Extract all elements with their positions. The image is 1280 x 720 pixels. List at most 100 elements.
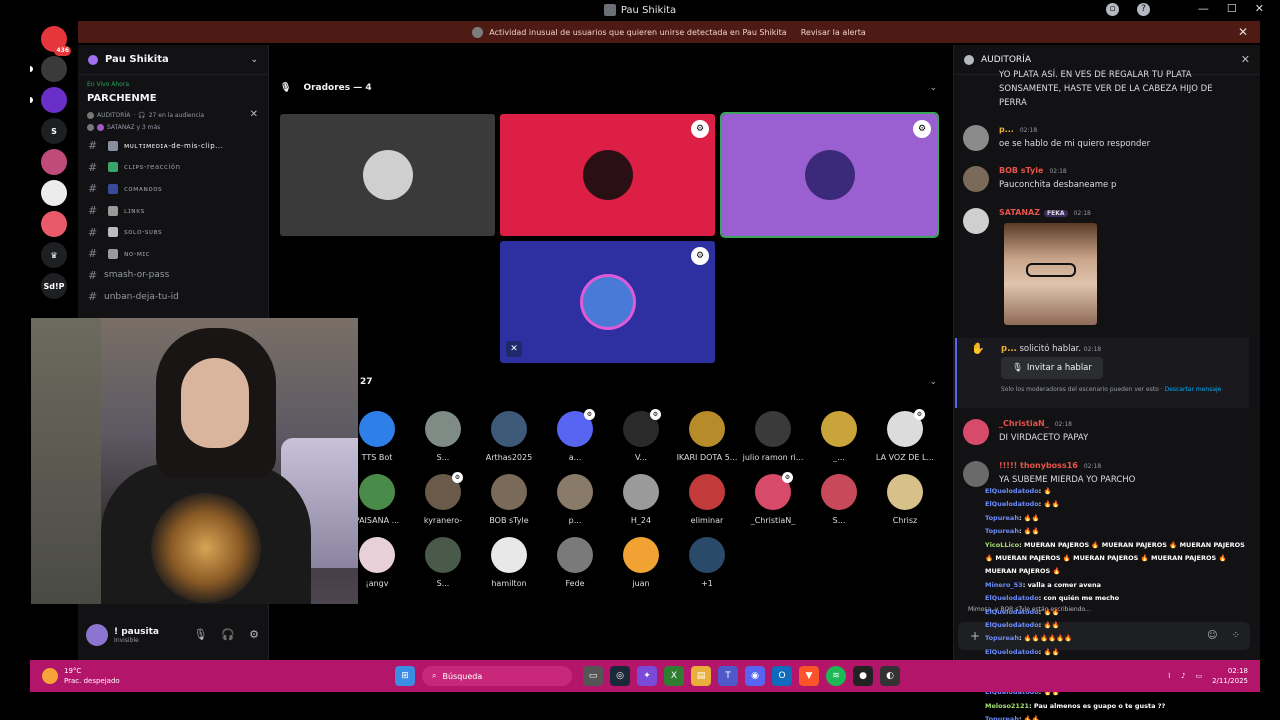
server-icon[interactable] — [41, 211, 67, 237]
audience-member[interactable]: julio ramon ri... — [738, 411, 808, 462]
audience-member[interactable]: S... — [804, 474, 874, 525]
clock[interactable]: 02:18 2/11/2025 — [1212, 666, 1248, 686]
weather-widget[interactable]: 19°C Prac. despejado — [42, 666, 120, 686]
server-icon[interactable] — [41, 149, 67, 175]
server-icon[interactable]: Sd!P — [41, 273, 67, 299]
channel-item[interactable]: # ᴄᴏᴍᴀɴᴅᴏs — [78, 178, 268, 200]
close-icon[interactable]: ✕ — [250, 109, 258, 120]
moderator-icon: ⚙ — [782, 472, 793, 483]
channel-item[interactable]: # ʟɪɴᴋs — [78, 200, 268, 222]
battery-icon[interactable]: ▭ — [1195, 672, 1202, 680]
audience-member[interactable]: IKARI DOTA 5... — [672, 411, 742, 462]
speaker-tile[interactable] — [280, 114, 495, 236]
server-header[interactable]: Pau Shikita ⌄ — [78, 45, 268, 75]
discord-icon[interactable]: ◉ — [745, 666, 765, 686]
excel-icon[interactable]: X — [664, 666, 684, 686]
copilot-icon[interactable]: ✦ — [637, 666, 657, 686]
search-box[interactable]: ⌕ Búsqueda — [422, 666, 572, 686]
message-author[interactable]: SATANAZ FEKA 02:18 — [999, 208, 1091, 217]
audience-name: Fede — [565, 579, 585, 588]
microphone-icon[interactable]: 🎙 — [193, 628, 207, 641]
audience-member[interactable]: ⚙ kyranero- — [408, 472, 478, 525]
message-author[interactable]: p... 02:18 — [999, 125, 1037, 134]
help-icon[interactable]: ? — [1137, 3, 1150, 16]
audience-member[interactable]: ⚙ LA VOZ DE L... — [870, 409, 940, 462]
audience-member[interactable]: S... — [408, 537, 478, 588]
spotify-icon[interactable]: ≋ — [826, 666, 846, 686]
image-attachment[interactable] — [1004, 223, 1097, 325]
brave-icon[interactable]: ▼ — [799, 666, 819, 686]
add-icon[interactable]: + — [970, 629, 980, 643]
minimize-button[interactable]: — — [1198, 2, 1209, 15]
audience-member[interactable]: H_24 — [606, 474, 676, 525]
audience-member[interactable]: ⚙ V... — [606, 409, 676, 462]
audience-member[interactable]: Fede — [540, 537, 610, 588]
audience-member[interactable]: eliminar — [672, 474, 742, 525]
maximize-button[interactable]: ☐ — [1227, 2, 1237, 15]
server-icon[interactable]: ♛ — [41, 242, 67, 268]
close-window-button[interactable]: ✕ — [1255, 2, 1264, 15]
review-alert-link[interactable]: Revisar la alerta — [801, 28, 866, 37]
channel-item[interactable]: # unban-deja-tu-id — [78, 286, 268, 308]
task-view-icon[interactable]: ▭ — [583, 666, 603, 686]
close-icon[interactable]: ✕ — [1238, 25, 1248, 39]
inbox-icon[interactable]: ▫ — [1106, 3, 1119, 16]
channel-item[interactable]: # sᴏʟᴏ-sᴜʙs — [78, 221, 268, 243]
avatar[interactable] — [963, 166, 989, 192]
audience-member[interactable]: Chrisz — [870, 474, 940, 525]
speakers-header[interactable]: 🎙 Oradores — 4 — [280, 83, 372, 93]
chevron-down-icon[interactable]: ⌄ — [929, 83, 937, 93]
speaker-tile[interactable]: ⚙ — [720, 112, 939, 238]
server-rail: 436 S ♛ Sd!P — [30, 22, 78, 322]
message-author[interactable]: BOB sTyle 02:18 — [999, 166, 1067, 175]
live-stage-card[interactable]: En Vivo Ahora PARCHENME AUDITORÍA · 🎧 27… — [78, 75, 268, 135]
microphone-icon: 🎙 — [280, 83, 292, 93]
audience-member[interactable]: Arthas2025 — [474, 411, 544, 462]
server-icon[interactable] — [41, 56, 67, 82]
app-icon[interactable]: ● — [853, 666, 873, 686]
avatar[interactable] — [963, 461, 989, 487]
channel-item[interactable]: # ᴄʟɪᴘs-reacción — [78, 157, 268, 179]
audience-member[interactable]: +1 — [672, 537, 742, 588]
direct-messages-icon[interactable]: 436 — [41, 26, 71, 56]
audience-member[interactable]: hamilton — [474, 537, 544, 588]
outlook-icon[interactable]: O — [772, 666, 792, 686]
dismiss-message-link[interactable]: Descartar mensaje — [1165, 386, 1222, 393]
audience-member[interactable]: ⚙ _ChristiaN_ — [738, 472, 808, 525]
steam-icon[interactable]: ◎ — [610, 666, 630, 686]
volume-icon[interactable]: ♪ — [1181, 672, 1185, 680]
channel-item[interactable]: # smash-or-pass — [78, 265, 268, 287]
audience-member[interactable]: _... — [804, 411, 874, 462]
message-author[interactable]: _ChristiaN_ 02:18 — [999, 419, 1072, 428]
live-label: En Vivo Ahora — [87, 81, 129, 88]
server-icon[interactable] — [41, 87, 67, 113]
close-icon[interactable]: ✕ — [1241, 53, 1250, 66]
teams-icon[interactable]: T — [718, 666, 738, 686]
avatar[interactable] — [963, 125, 989, 151]
invite-to-speak-button[interactable]: 🎙 Invitar a hablar — [1001, 357, 1103, 379]
audience-member[interactable]: ⚙ a... — [540, 409, 610, 462]
speaker-tile[interactable]: ⚙ — [500, 114, 715, 236]
start-icon[interactable]: ⊞ — [395, 666, 415, 686]
avatar[interactable] — [963, 208, 989, 234]
wifi-icon[interactable]: ⌇ — [1168, 672, 1171, 680]
audience-member[interactable]: juan — [606, 537, 676, 588]
muted-mic-icon: ✕ — [506, 341, 522, 357]
chevron-down-icon[interactable]: ⌄ — [929, 377, 937, 387]
channel-item[interactable]: # ɴᴏ-ᴍɪᴄ — [78, 243, 268, 265]
channel-item[interactable]: # ᴍᴜʟᴛɪᴍᴇᴅɪᴀ-de-mis-clip... — [78, 135, 268, 157]
headphones-icon[interactable]: 🎧 — [221, 628, 235, 641]
audience-member[interactable]: BOB sTyle — [474, 474, 544, 525]
audience-member[interactable]: p... — [540, 474, 610, 525]
avatar[interactable] — [86, 624, 108, 646]
stream-chat-line: ElQuelodatodo: 🔥🔥 — [985, 619, 1260, 632]
speaker-tile[interactable]: ⚙ ✕ — [500, 241, 715, 363]
app-icon[interactable]: ◐ — [880, 666, 900, 686]
server-icon[interactable] — [41, 180, 67, 206]
gear-icon[interactable]: ⚙ — [249, 628, 259, 641]
file-explorer-icon[interactable]: ▤ — [691, 666, 711, 686]
message-author[interactable]: !!!!! thonyboss16 02:18 — [999, 461, 1101, 470]
audience-member[interactable]: S... — [408, 411, 478, 462]
avatar[interactable] — [963, 419, 989, 445]
server-icon[interactable]: S — [41, 118, 67, 144]
